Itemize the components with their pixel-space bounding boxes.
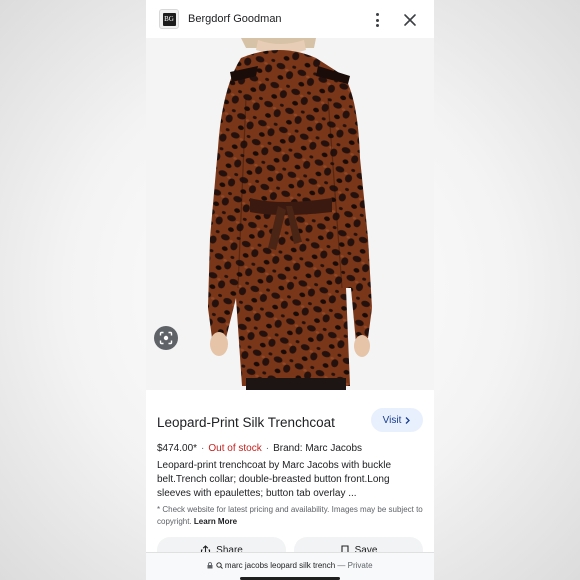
visit-label: Visit <box>382 414 402 426</box>
private-label: — Private <box>337 561 373 570</box>
source-header: BG Bergdorf Goodman <box>146 0 434 40</box>
more-vert-icon[interactable] <box>368 10 386 30</box>
address-bar[interactable]: marc jacobs leopard silk trench — Privat… <box>146 552 434 580</box>
product-title: Leopard-Print Silk Trenchcoat <box>157 415 335 430</box>
search-icon <box>216 562 223 569</box>
product-description: Leopard-print trenchcoat by Marc Jacobs … <box>157 460 392 499</box>
learn-more-link[interactable]: Learn More <box>194 517 237 526</box>
close-icon[interactable] <box>401 10 419 30</box>
result-panel: BG Bergdorf Goodman Leopard-Print Silk T… <box>146 0 434 580</box>
visit-button[interactable]: Visit <box>371 408 423 432</box>
search-query: marc jacobs leopard silk trench <box>224 561 336 570</box>
chevron-right-icon <box>405 416 411 424</box>
disclaimer: * Check website for latest pricing and a… <box>157 504 427 527</box>
lens-icon[interactable] <box>154 326 178 350</box>
product-meta: $474.00* · Out of stock · Brand: Marc Jacobs <box>157 443 363 454</box>
site-logo-mark: BG <box>162 12 176 26</box>
lock-icon <box>207 562 213 569</box>
product-image[interactable] <box>146 38 434 390</box>
stock-status: Out of stock <box>208 443 262 454</box>
price: $474.00* <box>157 443 198 454</box>
brand: Brand: Marc Jacobs <box>273 443 363 454</box>
address-bar-content: marc jacobs leopard silk trench — Privat… <box>146 561 434 570</box>
site-name[interactable]: Bergdorf Goodman <box>188 13 282 25</box>
site-logo: BG <box>159 9 179 29</box>
